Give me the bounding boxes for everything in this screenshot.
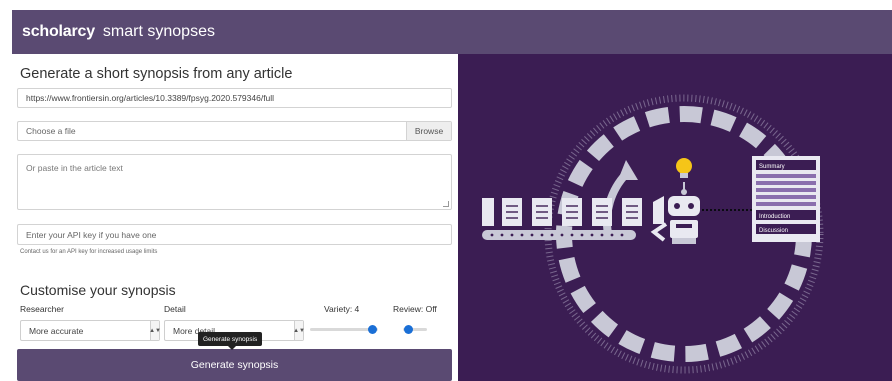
api-placeholder: Enter your API key if you have one — [26, 229, 157, 240]
article-text-area[interactable]: Or paste in the article text — [17, 154, 452, 210]
robot-summary-illustration: Summary Introduction Discussion — [482, 94, 824, 374]
resize-handle[interactable] — [443, 201, 449, 207]
review-label: Review: Off — [393, 304, 437, 314]
researcher-label: Researcher — [20, 304, 64, 314]
detail-label: Detail — [164, 304, 186, 314]
url-input[interactable]: https://www.frontiersin.org/articles/10.… — [17, 88, 452, 108]
api-key-input[interactable]: Enter your API key if you have one — [17, 224, 452, 245]
form-panel: Generate a short synopsis from any artic… — [12, 54, 458, 381]
discussion-label: Discussion — [759, 228, 788, 234]
browse-button[interactable]: Browse — [406, 122, 451, 140]
form-title: Generate a short synopsis from any artic… — [20, 66, 293, 82]
chevron-updown-icon: ▲▼ — [293, 321, 305, 340]
variety-slider-handle[interactable] — [368, 325, 377, 334]
researcher-select[interactable]: More accurate ▲▼ — [20, 320, 161, 341]
brand-logo: scholarcy — [22, 23, 95, 40]
app-title: smart synopses — [102, 23, 215, 40]
generate-tooltip: Generate synopsis — [198, 332, 263, 350]
illustration-panel: Summary Introduction Discussion — [458, 54, 892, 381]
api-hint: Contact us for an API key for increased … — [20, 249, 158, 255]
chevron-updown-icon: ▲▼ — [149, 321, 161, 340]
text-placeholder: Or paste in the article text — [26, 163, 123, 173]
researcher-value: More accurate — [29, 325, 84, 336]
file-placeholder: Choose a file — [26, 126, 76, 136]
url-value: https://www.frontiersin.org/articles/10.… — [26, 93, 275, 103]
review-toggle-handle[interactable] — [404, 325, 413, 334]
customise-title: Customise your synopsis — [20, 282, 176, 298]
file-input[interactable]: Choose a file Browse — [17, 121, 452, 141]
top-bar: scholarcy smart synopses — [12, 10, 892, 54]
generate-synopsis-button[interactable]: Generate synopsis — [17, 349, 452, 381]
variety-label: Variety: 4 — [324, 304, 360, 314]
summary-label: Summary — [759, 164, 785, 170]
introduction-label: Introduction — [759, 214, 790, 220]
